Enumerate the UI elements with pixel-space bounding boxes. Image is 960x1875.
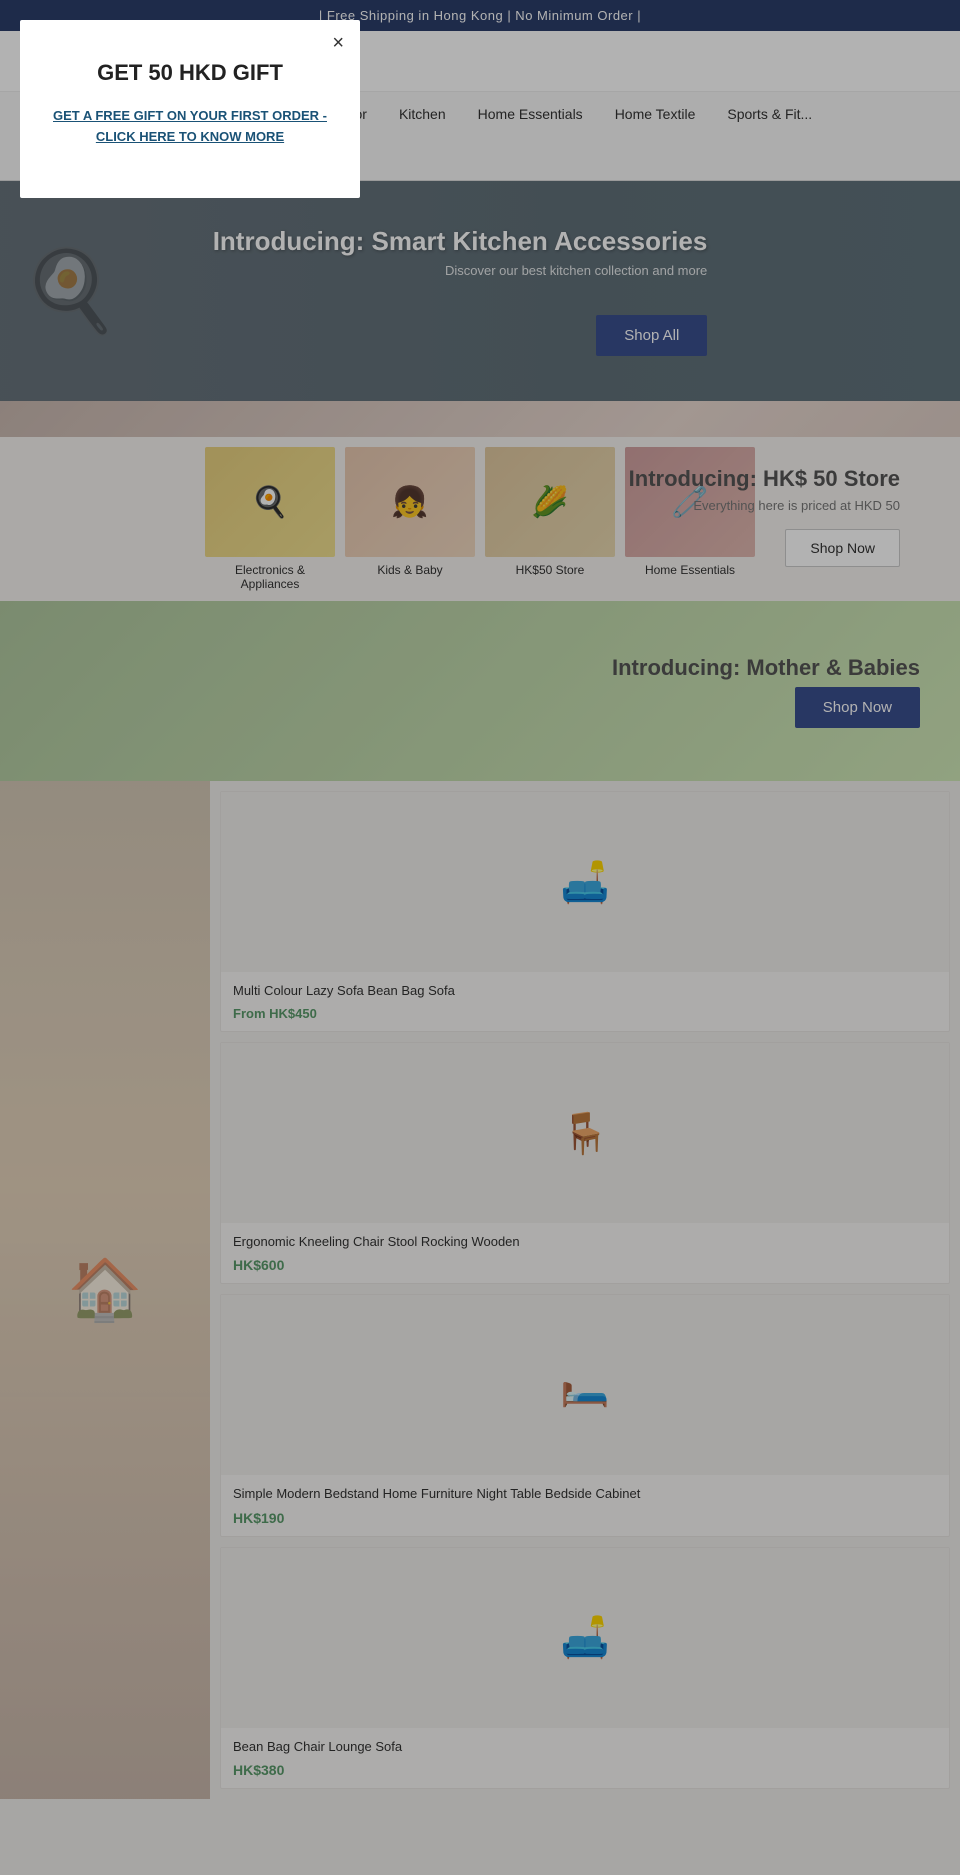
popup-title: GET 50 HKD GIFT bbox=[50, 60, 330, 86]
popup-overlay: × GET 50 HKD GIFT GET A FREE GIFT ON YOU… bbox=[0, 0, 960, 1875]
popup-link[interactable]: GET A FREE GIFT ON YOUR FIRST ORDER - CL… bbox=[50, 106, 330, 148]
popup-close-button[interactable]: × bbox=[332, 32, 344, 55]
popup-modal: × GET 50 HKD GIFT GET A FREE GIFT ON YOU… bbox=[20, 20, 360, 198]
